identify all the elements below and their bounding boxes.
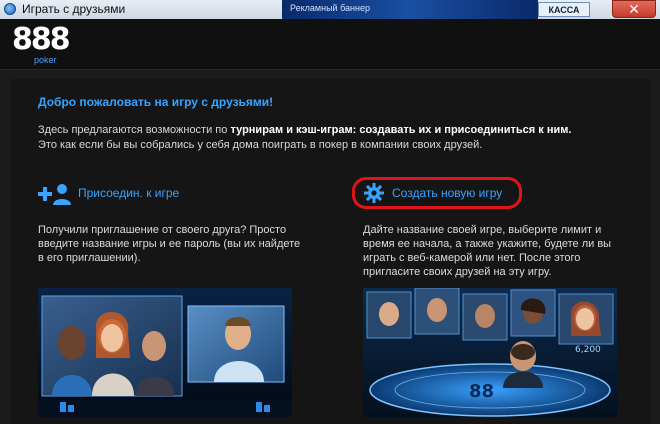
main-content: Добро пожаловать на игру с друзьями! Зде… — [10, 79, 650, 424]
intro-text: Здесь предлагаются возможности по турнир… — [38, 123, 638, 153]
join-scene-graphic — [38, 288, 292, 417]
welcome-heading: Добро пожаловать на игру с друзьями! — [38, 95, 274, 109]
close-button[interactable]: ✕ — [612, 0, 656, 18]
cashier-button[interactable]: КАССА — [538, 2, 590, 17]
join-illustration — [38, 288, 292, 417]
ad-banner-text: Рекламный баннер — [290, 3, 370, 13]
title-bar: Играть с друзьями Рекламный баннер КАССА… — [0, 0, 660, 20]
logo-sub: poker — [34, 55, 57, 65]
window-frame: 888 poker Добро пожаловать на игру с дру… — [0, 19, 660, 424]
add-user-icon[interactable] — [38, 183, 72, 205]
join-game-link[interactable]: Присоедин. к игре — [78, 186, 179, 200]
logo-number: 888 — [12, 22, 71, 57]
header: 888 poker — [0, 19, 660, 70]
ad-banner[interactable]: Рекламный баннер — [282, 0, 538, 19]
intro-line2: Это как если бы вы собрались у себя дома… — [38, 139, 483, 151]
create-illustration: 88 6,200 — [363, 288, 617, 417]
create-game-link[interactable]: Создать новую игру — [392, 186, 502, 200]
join-description: Получили приглашение от своего друга? Пр… — [38, 224, 301, 264]
create-description: Дайте название своей игре, выберите лими… — [363, 224, 612, 278]
gear-icon[interactable] — [364, 183, 384, 203]
table-logo-text: 88 — [469, 381, 494, 402]
create-scene-graphic: 88 6,200 — [363, 288, 617, 417]
window-title: Играть с друзьями — [22, 2, 126, 16]
888poker-logo: 888 poker — [12, 25, 71, 66]
intro-line1-bold: турнирам и кэш-играм: создавать их и при… — [230, 124, 572, 136]
app-icon — [4, 3, 16, 15]
intro-line1-prefix: Здесь предлагаются возможности по — [38, 124, 231, 136]
table-amount-text: 6,200 — [575, 345, 601, 355]
